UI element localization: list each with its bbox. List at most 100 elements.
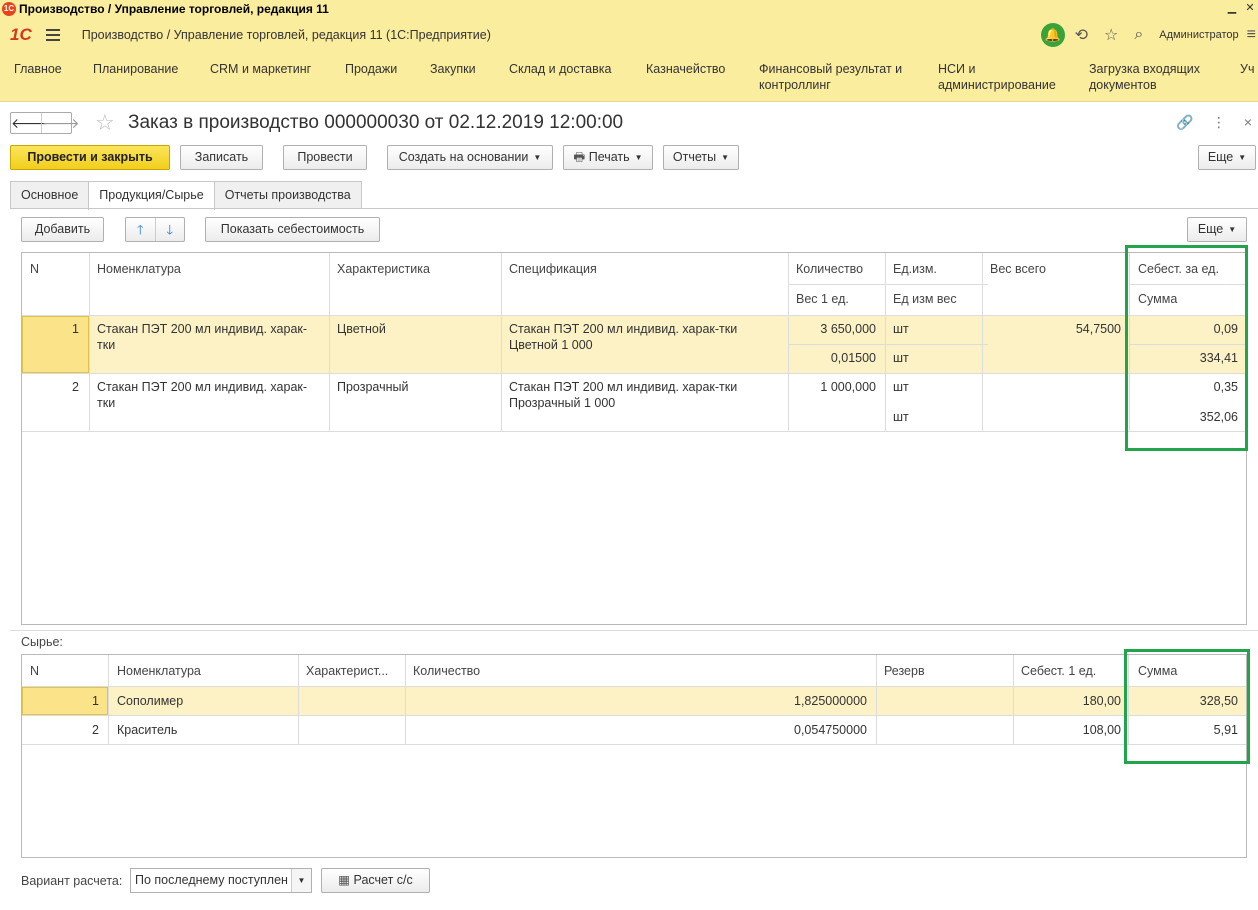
app-bar-actions: 🔔 ⟲ ☆ ⌕ Администратор ≡ bbox=[1040, 18, 1258, 52]
back-arrow-icon[interactable]: 🡐 bbox=[11, 113, 49, 133]
calc-variant-label: Вариант расчета: bbox=[21, 874, 123, 888]
row2-unit[interactable]: шт bbox=[893, 379, 909, 395]
post-and-close-button[interactable]: Провести и закрыть bbox=[10, 145, 170, 170]
mrow2-quantity[interactable]: 0,054750000 bbox=[412, 722, 867, 738]
mrow1-nomenclature[interactable]: Сополимер bbox=[117, 693, 183, 709]
arrow-up-icon[interactable]: 🡑 bbox=[126, 218, 155, 241]
col-header-n[interactable]: N bbox=[30, 261, 39, 277]
row-separator bbox=[22, 744, 1246, 745]
col-header-weight1[interactable]: Вес 1 ед. bbox=[796, 291, 849, 307]
col-header-weight-unit[interactable]: Ед изм вес bbox=[893, 291, 957, 307]
row2-quantity[interactable]: 1 000,000 bbox=[792, 379, 876, 395]
section-finance[interactable]: Финансовый результат и контроллинг bbox=[759, 61, 919, 93]
row2-nomenclature[interactable]: Стакан ПЭТ 200 мл индивид. харак-тки bbox=[97, 379, 317, 411]
star-icon[interactable]: ☆ bbox=[1104, 25, 1118, 45]
col-header-cost-unit[interactable]: Себест. 1 ед. bbox=[1021, 663, 1096, 679]
mrow2-cost-unit[interactable]: 108,00 bbox=[1017, 722, 1121, 738]
tab-main[interactable]: Основное bbox=[10, 181, 90, 209]
products-table[interactable]: N Номенклатура Характеристика Спецификац… bbox=[21, 252, 1247, 625]
history-icon[interactable]: ⟲ bbox=[1075, 25, 1088, 45]
row1-nomenclature[interactable]: Стакан ПЭТ 200 мл индивид. харак-тки bbox=[97, 321, 317, 353]
row1-weight-total[interactable]: 54,7500 bbox=[986, 321, 1121, 337]
favorite-star-icon[interactable]: ☆ bbox=[95, 110, 115, 136]
col-header-nomenclature[interactable]: Номенклатура bbox=[117, 663, 201, 679]
close-icon[interactable]: ✕ bbox=[1244, 1, 1256, 14]
mrow2-nomenclature[interactable]: Краситель bbox=[117, 722, 177, 738]
print-label: Печать bbox=[588, 150, 630, 164]
products-more-label: Еще bbox=[1197, 222, 1224, 236]
section-warehouse[interactable]: Склад и доставка bbox=[509, 61, 611, 77]
mrow1-cost-unit[interactable]: 180,00 bbox=[1017, 693, 1121, 709]
col-header-quantity[interactable]: Количество bbox=[413, 663, 480, 679]
mrow1-n[interactable]: 1 bbox=[22, 693, 99, 709]
col-line bbox=[108, 655, 109, 744]
menu-icon[interactable] bbox=[45, 26, 60, 44]
row1-specification[interactable]: Стакан ПЭТ 200 мл индивид. харак-тки Цве… bbox=[509, 321, 779, 353]
section-incoming-docs[interactable]: Загрузка входящих документов bbox=[1089, 61, 1219, 93]
col-header-characteristic[interactable]: Характеристика bbox=[337, 261, 430, 277]
more-button[interactable]: Еще ▼ bbox=[1198, 145, 1256, 170]
nav-buttons: 🡐 🡒 bbox=[10, 112, 80, 134]
col-line bbox=[876, 655, 877, 744]
mrow1-quantity[interactable]: 1,825000000 bbox=[412, 693, 867, 709]
chevron-down-icon: ▼ bbox=[721, 153, 730, 163]
section-crm[interactable]: CRM и маркетинг bbox=[210, 61, 311, 77]
col-header-quantity[interactable]: Количество bbox=[796, 261, 863, 277]
row2-weight-unit[interactable]: шт bbox=[893, 409, 909, 425]
col-header-reserve[interactable]: Резерв bbox=[884, 663, 925, 679]
close-form-icon[interactable]: × bbox=[1244, 114, 1252, 131]
section-sales[interactable]: Продажи bbox=[345, 61, 397, 77]
header-row-split bbox=[788, 284, 988, 285]
col-header-weight-total[interactable]: Вес всего bbox=[990, 261, 1046, 277]
show-cost-button[interactable]: Показать себестоимость bbox=[205, 217, 380, 242]
col-header-unit[interactable]: Ед.изм. bbox=[893, 261, 937, 277]
row1-characteristic[interactable]: Цветной bbox=[337, 321, 386, 337]
row2-specification[interactable]: Стакан ПЭТ 200 мл индивид. харак-тки Про… bbox=[509, 379, 779, 411]
col-header-characteristic[interactable]: Характерист... bbox=[306, 663, 388, 679]
col-line bbox=[982, 253, 983, 431]
row1-quantity[interactable]: 3 650,000 bbox=[792, 321, 876, 337]
arrow-down-icon[interactable]: 🡓 bbox=[154, 218, 185, 241]
chevron-down-icon: ▼ bbox=[1238, 153, 1247, 163]
printer-icon: 🖶 bbox=[573, 150, 586, 164]
section-treasury[interactable]: Казначейство bbox=[646, 61, 725, 77]
row2-n[interactable]: 2 bbox=[22, 379, 79, 395]
row1-weight1[interactable]: 0,01500 bbox=[792, 350, 876, 366]
col-header-nomenclature[interactable]: Номенклатура bbox=[97, 261, 181, 277]
tab-production-reports[interactable]: Отчеты производства bbox=[213, 181, 362, 209]
calc-cost-button[interactable]: ▦ Расчет с/с bbox=[321, 868, 430, 893]
row2-characteristic[interactable]: Прозрачный bbox=[337, 379, 409, 395]
col-line bbox=[298, 655, 299, 744]
print-button[interactable]: 🖶 Печать ▼ bbox=[563, 145, 653, 170]
row1-weight-unit[interactable]: шт bbox=[893, 350, 909, 366]
section-purchases[interactable]: Закупки bbox=[430, 61, 476, 77]
user-name[interactable]: Администратор bbox=[1159, 29, 1238, 41]
create-based-on-button[interactable]: Создать на основании ▼ bbox=[387, 145, 553, 170]
post-button[interactable]: Провести bbox=[283, 145, 367, 170]
section-nsi[interactable]: НСИ и администрирование bbox=[938, 61, 1068, 93]
row1-n[interactable]: 1 bbox=[22, 321, 79, 337]
reports-button[interactable]: Отчеты ▼ bbox=[663, 145, 739, 170]
section-main[interactable]: Главное bbox=[14, 61, 62, 77]
section-accounting[interactable]: Уч bbox=[1240, 61, 1254, 77]
more-vertical-icon[interactable]: ⋮ bbox=[1212, 114, 1226, 131]
tab-products-materials[interactable]: Продукция/Сырье bbox=[88, 181, 215, 210]
bell-icon[interactable]: 🔔 bbox=[1040, 23, 1065, 47]
more-menu-icon[interactable]: ≡ bbox=[1247, 26, 1256, 44]
mrow2-n[interactable]: 2 bbox=[22, 722, 99, 738]
minimize-icon[interactable]: ▁ bbox=[1226, 1, 1238, 14]
col-header-n[interactable]: N bbox=[30, 663, 39, 679]
products-more-button[interactable]: Еще ▼ bbox=[1187, 217, 1247, 242]
chevron-down-icon[interactable]: ▼ bbox=[291, 869, 311, 892]
row1-unit[interactable]: шт bbox=[893, 321, 909, 337]
col-header-specification[interactable]: Спецификация bbox=[509, 261, 597, 277]
add-button[interactable]: Добавить bbox=[21, 217, 104, 242]
link-icon[interactable]: 🔗 bbox=[1176, 114, 1193, 131]
materials-table[interactable]: N Номенклатура Характерист... Количество… bbox=[21, 654, 1247, 858]
search-icon[interactable]: ⌕ bbox=[1134, 26, 1143, 44]
save-button[interactable]: Записать bbox=[180, 145, 263, 170]
calc-variant-select[interactable]: По последнему поступлен ▼ bbox=[130, 868, 312, 893]
section-planning[interactable]: Планирование bbox=[93, 61, 178, 77]
grid-splitter[interactable] bbox=[10, 630, 1258, 631]
forward-arrow-icon[interactable]: 🡒 bbox=[41, 113, 80, 133]
